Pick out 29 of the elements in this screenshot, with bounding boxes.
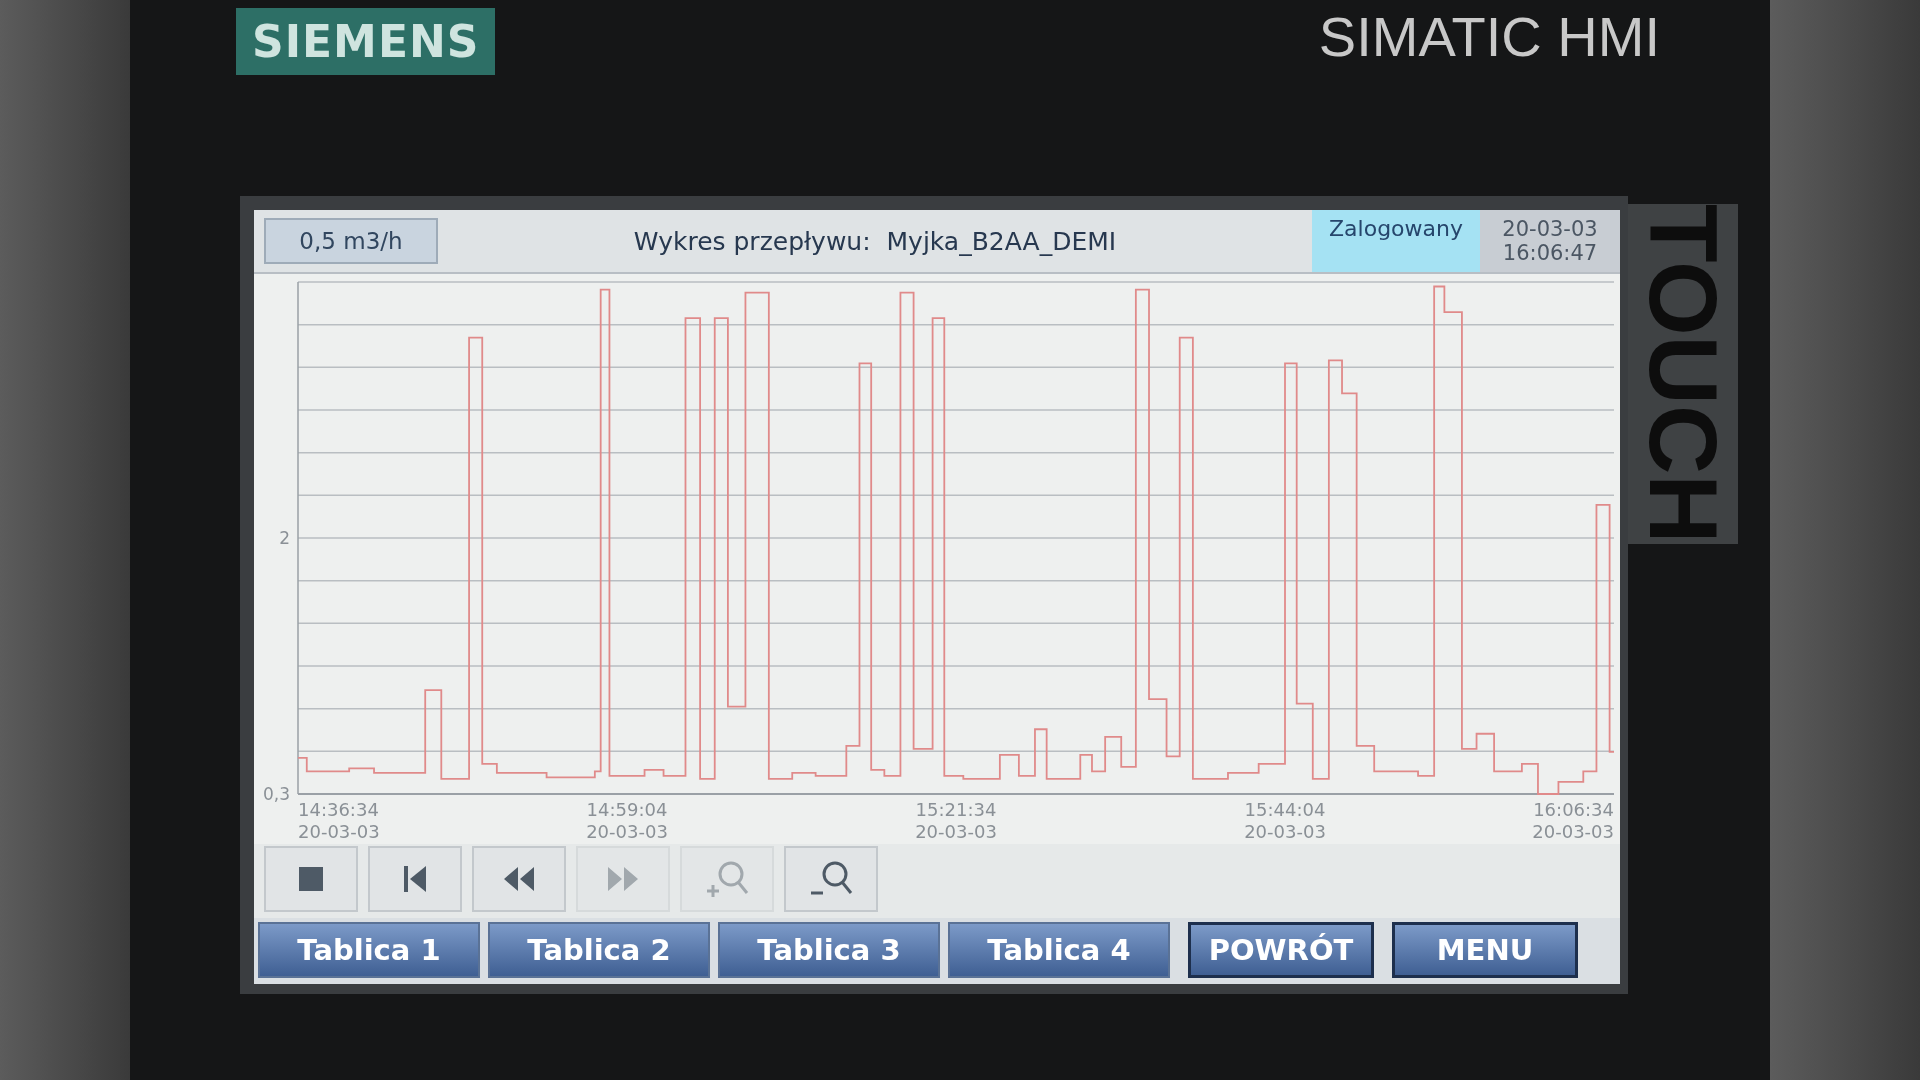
axis-time-label: 15:21:34 20-03-03: [915, 799, 997, 842]
rewind-icon: [502, 865, 536, 893]
stop-icon: [297, 865, 325, 893]
action-button[interactable]: MENU: [1392, 922, 1578, 978]
action-button[interactable]: POWRÓT: [1188, 922, 1374, 978]
skip-to-start-button[interactable]: [368, 846, 462, 912]
touch-label: TOUCH: [1635, 204, 1731, 544]
axis-time-label: 16:06:34 20-03-03: [1532, 799, 1614, 842]
zoom-out-button[interactable]: [784, 846, 878, 912]
model-label: SIMATIC HMI: [1318, 4, 1660, 69]
flow-reading: 0,5 m3/h: [264, 218, 438, 264]
axis-time-label: 14:59:04 20-03-03: [586, 799, 668, 842]
table-tab[interactable]: Tablica 1: [258, 922, 480, 978]
zoom-in-icon: [705, 859, 749, 899]
table-tab[interactable]: Tablica 3: [718, 922, 940, 978]
brand-logo: SIEMENS: [236, 8, 496, 75]
fast-forward-icon: [606, 865, 640, 893]
login-status: Zalogowany: [1312, 210, 1480, 272]
axis-tick-label: 2: [279, 528, 290, 548]
chart-title: Wykres przepływu: Myjka_B2AA_DEMI: [632, 225, 1118, 258]
date-time-display: 20-03-03 16:06:47: [1480, 210, 1620, 272]
axis-tick-label: 0,3: [262, 784, 290, 804]
stop-button[interactable]: [264, 846, 358, 912]
rewind-button[interactable]: [472, 846, 566, 912]
skip-to-start-icon: [402, 864, 428, 894]
axis-time-label: 15:44:04 20-03-03: [1244, 799, 1326, 842]
table-tab[interactable]: Tablica 2: [488, 922, 710, 978]
table-tab[interactable]: Tablica 4: [948, 922, 1170, 978]
axis-time-label: 14:36:34 20-03-03: [298, 799, 380, 842]
